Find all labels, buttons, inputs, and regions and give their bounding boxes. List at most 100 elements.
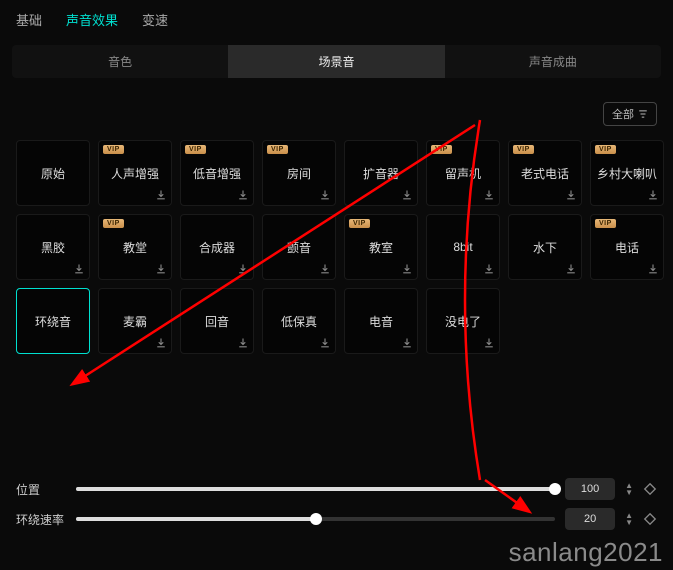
tile-label: 麦霸 bbox=[123, 313, 147, 330]
effect-tile-13[interactable]: 8bit bbox=[426, 214, 500, 280]
download-icon bbox=[237, 189, 249, 201]
filter-button[interactable]: 全部 bbox=[603, 102, 657, 126]
sub-tab-0[interactable]: 音色 bbox=[12, 45, 228, 78]
top-tab-0[interactable]: 基础 bbox=[16, 10, 42, 29]
slider-speed-fill bbox=[76, 517, 316, 521]
effect-tile-18[interactable]: 回音 bbox=[180, 288, 254, 354]
sliders-panel: 位置 100 ▲▼ 环绕速率 20 ▲▼ bbox=[0, 462, 673, 546]
top-tabs: 基础 声音效果 变速 bbox=[0, 0, 673, 39]
tile-label: 低保真 bbox=[281, 313, 317, 330]
effect-tile-17[interactable]: 麦霸 bbox=[98, 288, 172, 354]
sub-tabs: 音色场景音声音成曲 bbox=[12, 45, 661, 78]
download-icon bbox=[155, 263, 167, 275]
tile-label: 低音增强 bbox=[193, 165, 241, 182]
effect-tile-4[interactable]: 扩音器 bbox=[344, 140, 418, 206]
tile-label: 老式电话 bbox=[521, 165, 569, 182]
filter-icon bbox=[638, 109, 648, 119]
slider-position-track[interactable] bbox=[76, 487, 555, 491]
effects-grid: 原始人声增强VIP低音增强VIP房间VIP扩音器留声机VIP老式电话VIP乡村大… bbox=[0, 132, 673, 362]
effect-tile-1[interactable]: 人声增强 VIP bbox=[98, 140, 172, 206]
tile-label: 房间 bbox=[287, 165, 311, 182]
vip-badge: VIP bbox=[103, 145, 124, 154]
slider-position-row: 位置 100 ▲▼ bbox=[16, 478, 657, 500]
tile-label: 电音 bbox=[369, 313, 393, 330]
effect-tile-0[interactable]: 原始 bbox=[16, 140, 90, 206]
download-icon bbox=[565, 189, 577, 201]
download-icon bbox=[319, 337, 331, 349]
slider-speed-value[interactable]: 20 bbox=[565, 508, 615, 530]
download-icon bbox=[565, 263, 577, 275]
vip-badge: VIP bbox=[513, 145, 534, 154]
effect-tile-15[interactable]: 电话 VIP bbox=[590, 214, 664, 280]
effect-tile-5[interactable]: 留声机 VIP bbox=[426, 140, 500, 206]
download-icon bbox=[483, 189, 495, 201]
effect-tile-20[interactable]: 电音 bbox=[344, 288, 418, 354]
tile-label: 留声机 bbox=[445, 165, 481, 182]
vip-badge: VIP bbox=[595, 219, 616, 228]
reset-icon[interactable] bbox=[643, 512, 657, 526]
tile-label: 合成器 bbox=[199, 239, 235, 256]
tile-label: 电话 bbox=[615, 239, 639, 256]
tile-label: 黑胶 bbox=[41, 239, 65, 256]
effect-tile-11[interactable]: 颤音 bbox=[262, 214, 336, 280]
effect-tile-21[interactable]: 没电了 bbox=[426, 288, 500, 354]
tile-label: 人声增强 bbox=[111, 165, 159, 182]
tile-label: 水下 bbox=[533, 239, 557, 256]
tile-label: 环绕音 bbox=[35, 313, 71, 330]
download-icon bbox=[647, 189, 659, 201]
effect-tile-2[interactable]: 低音增强 VIP bbox=[180, 140, 254, 206]
top-tab-2[interactable]: 变速 bbox=[142, 10, 168, 29]
effect-tile-7[interactable]: 乡村大喇叭 VIP bbox=[590, 140, 664, 206]
effect-tile-3[interactable]: 房间 VIP bbox=[262, 140, 336, 206]
slider-speed-track[interactable] bbox=[76, 517, 555, 521]
download-icon bbox=[319, 189, 331, 201]
slider-speed-label: 环绕速率 bbox=[16, 511, 66, 528]
effect-tile-10[interactable]: 合成器 bbox=[180, 214, 254, 280]
tile-label: 乡村大喇叭 bbox=[597, 165, 657, 182]
tile-label: 教室 bbox=[369, 239, 393, 256]
effect-tile-9[interactable]: 教堂VIP bbox=[98, 214, 172, 280]
tile-label: 扩音器 bbox=[363, 165, 399, 182]
tile-label: 没电了 bbox=[445, 313, 481, 330]
reset-icon[interactable] bbox=[643, 482, 657, 496]
download-icon bbox=[155, 189, 167, 201]
filter-row: 全部 bbox=[0, 84, 673, 132]
download-icon bbox=[237, 263, 249, 275]
slider-speed-thumb[interactable] bbox=[310, 513, 322, 525]
slider-position-stepper[interactable]: ▲▼ bbox=[625, 483, 633, 496]
filter-label: 全部 bbox=[612, 106, 634, 122]
sub-tab-1[interactable]: 场景音 bbox=[228, 45, 444, 78]
download-icon bbox=[647, 263, 659, 275]
slider-position-label: 位置 bbox=[16, 481, 66, 498]
vip-badge: VIP bbox=[595, 145, 616, 154]
tile-label: 颤音 bbox=[287, 239, 311, 256]
tile-label: 8bit bbox=[453, 240, 472, 254]
effect-tile-14[interactable]: 水下 bbox=[508, 214, 582, 280]
vip-badge: VIP bbox=[349, 219, 370, 228]
effect-tile-16[interactable]: 环绕音 bbox=[16, 288, 90, 354]
download-icon bbox=[155, 337, 167, 349]
slider-position-thumb[interactable] bbox=[549, 483, 561, 495]
vip-badge: VIP bbox=[185, 145, 206, 154]
effect-tile-12[interactable]: 教室 VIP bbox=[344, 214, 418, 280]
slider-position-value[interactable]: 100 bbox=[565, 478, 615, 500]
download-icon bbox=[237, 337, 249, 349]
download-icon bbox=[401, 337, 413, 349]
slider-speed-row: 环绕速率 20 ▲▼ bbox=[16, 508, 657, 530]
download-icon bbox=[401, 189, 413, 201]
vip-badge: VIP bbox=[431, 145, 452, 154]
slider-position-fill bbox=[76, 487, 555, 491]
download-icon bbox=[319, 263, 331, 275]
tile-label: 教堂 bbox=[123, 239, 147, 256]
sub-tab-2[interactable]: 声音成曲 bbox=[445, 45, 661, 78]
effect-tile-19[interactable]: 低保真 bbox=[262, 288, 336, 354]
download-icon bbox=[73, 263, 85, 275]
download-icon bbox=[483, 263, 495, 275]
slider-speed-stepper[interactable]: ▲▼ bbox=[625, 513, 633, 526]
vip-badge: VIP bbox=[267, 145, 288, 154]
tile-label: 回音 bbox=[205, 313, 229, 330]
download-icon bbox=[401, 263, 413, 275]
effect-tile-6[interactable]: 老式电话 VIP bbox=[508, 140, 582, 206]
effect-tile-8[interactable]: 黑胶 bbox=[16, 214, 90, 280]
top-tab-1[interactable]: 声音效果 bbox=[66, 10, 118, 29]
